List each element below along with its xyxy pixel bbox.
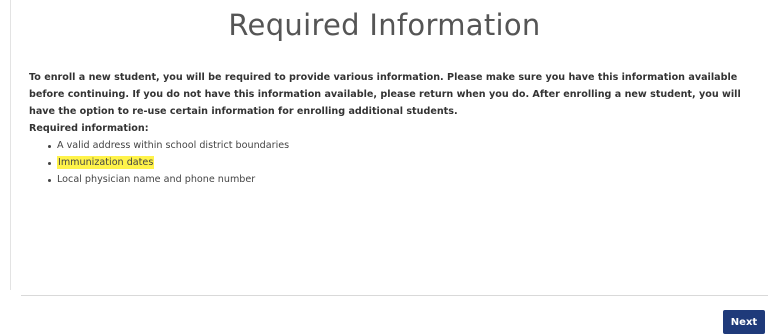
next-button[interactable]: Next bbox=[723, 310, 765, 334]
required-info-list: A valid address within school district b… bbox=[29, 137, 764, 188]
list-item-label-highlighted: Immunization dates bbox=[57, 156, 155, 169]
list-item-physician: Local physician name and phone number bbox=[46, 171, 764, 188]
list-item-label: A valid address within school district b… bbox=[57, 140, 290, 151]
footer-divider bbox=[21, 295, 768, 296]
intro-paragraph: To enroll a new student, you will be req… bbox=[29, 72, 741, 117]
page-title: Required Information bbox=[228, 8, 541, 42]
required-info-content: To enroll a new student, you will be req… bbox=[29, 69, 764, 188]
list-item-label: Local physician name and phone number bbox=[57, 174, 256, 185]
panel-left-border bbox=[10, 0, 11, 290]
list-item-immunization: Immunization dates bbox=[46, 154, 764, 171]
list-item-address: A valid address within school district b… bbox=[46, 137, 764, 154]
required-info-heading: Required information: bbox=[29, 123, 149, 134]
